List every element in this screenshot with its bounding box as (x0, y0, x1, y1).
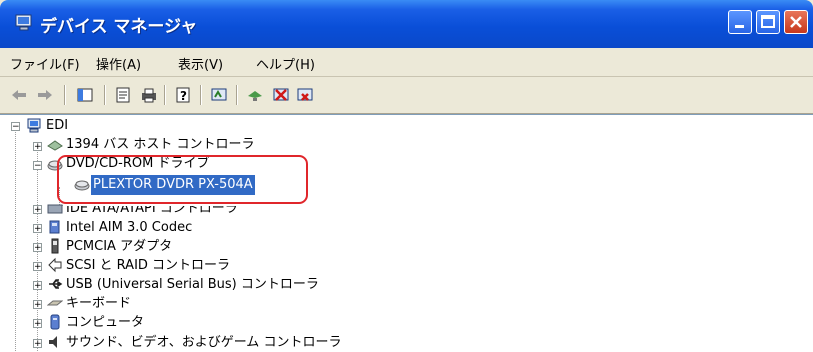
computer-icon (27, 118, 41, 133)
uninstall-device-icon[interactable] (296, 86, 314, 104)
pcmcia-card-icon (51, 238, 59, 254)
expand-toggle[interactable]: + (33, 142, 42, 152)
close-button[interactable] (784, 10, 808, 34)
ide-controller-icon (47, 204, 63, 214)
tree-root-label[interactable]: EDI (46, 116, 68, 136)
expand-toggle[interactable]: + (33, 205, 42, 215)
window-title: デバイス マネージャ (40, 17, 198, 37)
tree-item-keyboard[interactable]: キーボード (66, 294, 131, 314)
scsi-controller-icon (48, 257, 62, 273)
bus-controller-icon (47, 140, 63, 151)
codec-icon (49, 220, 60, 234)
expand-toggle[interactable]: + (33, 224, 42, 234)
sound-icon (49, 336, 57, 348)
tree-item-pcmcia[interactable]: PCMCIA アダプタ (66, 237, 172, 257)
menu-bar: ファイル(F) 操作(A) 表示(V) ヘルプ(H) (0, 48, 813, 77)
expand-toggle[interactable]: + (33, 300, 42, 310)
maximize-icon (761, 15, 775, 28)
tree-item-computer[interactable]: コンピュータ (66, 313, 144, 333)
maximize-button[interactable] (756, 10, 780, 34)
scan-hardware-icon[interactable] (210, 86, 228, 104)
menu-help[interactable]: ヘルプ(H) (256, 54, 315, 73)
usb-icon (49, 279, 63, 289)
expand-toggle[interactable]: + (33, 243, 42, 253)
menu-view[interactable]: 表示(V) (178, 54, 223, 73)
expand-toggle[interactable]: + (33, 339, 42, 349)
toolbar-separator (64, 85, 65, 105)
show-hide-tree-icon[interactable] (76, 86, 94, 104)
computer-icon (15, 14, 32, 31)
update-driver-icon[interactable] (246, 86, 264, 104)
minimize-icon (735, 25, 744, 28)
device-tree: − EDI + 1394 バス ホスト コントローラ − DVD/CD-ROM … (0, 114, 813, 352)
toolbar: ? (0, 77, 813, 114)
tree-item-usb[interactable]: USB (Universal Serial Bus) コントローラ (66, 275, 319, 295)
tree-item-intel-aim[interactable]: Intel AIM 3.0 Codec (66, 218, 192, 238)
expand-toggle[interactable]: + (33, 319, 42, 329)
keyboard-icon (47, 300, 63, 306)
disable-device-icon[interactable] (272, 86, 290, 104)
toolbar-separator (200, 85, 201, 105)
toolbar-separator (164, 85, 165, 105)
collapse-toggle[interactable]: − (11, 122, 20, 132)
properties-icon[interactable] (114, 86, 132, 104)
tree-item-1394[interactable]: 1394 バス ホスト コントローラ (66, 135, 254, 155)
tree-line (15, 130, 16, 352)
device-manager-window: デバイス マネージャ ファイル(F) 操作(A) 表示(V) ヘルプ(H) ? (0, 0, 813, 352)
computer-icon (50, 314, 60, 330)
highlight-ring (57, 155, 308, 204)
forward-arrow-icon[interactable] (36, 86, 54, 104)
back-arrow-icon[interactable] (10, 86, 28, 104)
title-bar[interactable]: デバイス マネージャ (0, 0, 813, 48)
toolbar-separator (104, 85, 105, 105)
print-icon[interactable] (140, 86, 158, 104)
menu-file[interactable]: ファイル(F) (10, 54, 80, 73)
menu-action[interactable]: 操作(A) (96, 54, 141, 73)
tree-item-scsi[interactable]: SCSI と RAID コントローラ (66, 256, 230, 276)
svg-text:?: ? (180, 89, 187, 103)
close-icon (790, 16, 802, 28)
help-icon[interactable]: ? (174, 86, 192, 104)
toolbar-separator (236, 85, 237, 105)
minimize-button[interactable] (728, 10, 752, 34)
tree-item-sound[interactable]: サウンド、ビデオ、およびゲーム コントローラ (66, 333, 341, 352)
expand-toggle[interactable]: + (33, 262, 42, 272)
collapse-toggle[interactable]: − (33, 161, 42, 171)
expand-toggle[interactable]: + (33, 281, 42, 291)
